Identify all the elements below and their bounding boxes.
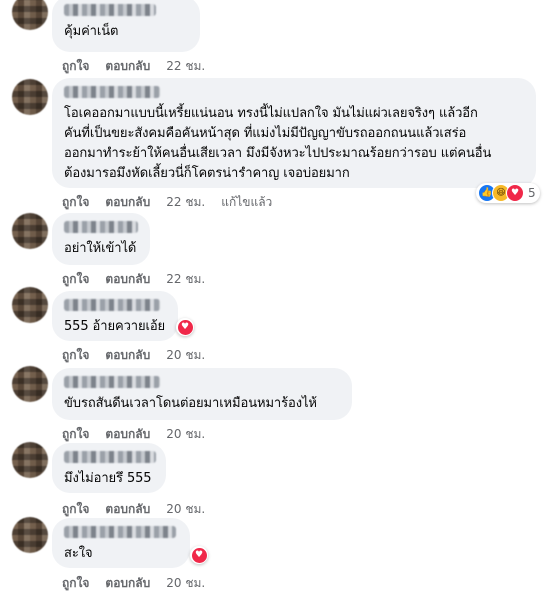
avatar[interactable] xyxy=(12,287,48,323)
reaction-count: 5 xyxy=(528,186,536,200)
comment-text: 555 อ้ายควายเอ้ย xyxy=(64,319,166,334)
comment-text: สะใจ xyxy=(64,546,93,561)
timestamp[interactable]: 20 ชม. xyxy=(166,346,205,365)
love-icon: ♥ xyxy=(177,319,193,335)
avatar[interactable] xyxy=(12,366,48,402)
comment-actions: ถูกใจ ตอบกลับ 22 ชม. xyxy=(62,270,205,289)
reply-button[interactable]: ตอบกลับ xyxy=(105,425,150,444)
like-button[interactable]: ถูกใจ xyxy=(62,193,89,212)
avatar[interactable] xyxy=(12,517,48,553)
comment-bubble: โอเคออกมาแบบนี้เหรี้ยแน่นอน ทรงนี้ไม่แปล… xyxy=(52,78,536,188)
timestamp[interactable]: 22 ชม. xyxy=(166,57,205,76)
comment-actions: ถูกใจ ตอบกลับ 20 ชม. xyxy=(62,425,205,444)
comment-actions: ถูกใจ ตอบกลับ 22 ชม. xyxy=(62,57,205,76)
commenter-name-blurred[interactable] xyxy=(64,86,160,98)
comment-actions: ถูกใจ ตอบกลับ 22 ชม. แก้ไขแล้ว xyxy=(62,193,272,212)
commenter-name-blurred[interactable] xyxy=(64,526,176,538)
comment-bubble: สะใจ xyxy=(52,518,190,568)
like-button[interactable]: ถูกใจ xyxy=(62,346,89,365)
reply-button[interactable]: ตอบกลับ xyxy=(105,346,150,365)
reply-button[interactable]: ตอบกลับ xyxy=(105,270,150,289)
reply-button[interactable]: ตอบกลับ xyxy=(105,574,150,593)
reaction-summary[interactable]: 👍 😆 ♥ 5 xyxy=(476,183,540,203)
like-button[interactable]: ถูกใจ xyxy=(62,574,89,593)
commenter-name-blurred[interactable] xyxy=(64,451,156,463)
comment-actions: ถูกใจ ตอบกลับ 20 ชม. xyxy=(62,346,205,365)
comment-bubble: ขับรถสันดีนเวลาโดนต่อยมาเหมือนหมาร้องไห้ xyxy=(52,368,352,420)
timestamp[interactable]: 20 ชม. xyxy=(166,574,205,593)
timestamp[interactable]: 20 ชม. xyxy=(166,500,205,519)
love-reaction-badge[interactable]: ♥ xyxy=(190,546,208,564)
comment-bubble: 555 อ้ายควายเอ้ย xyxy=(52,291,178,341)
comment-actions: ถูกใจ ตอบกลับ 20 ชม. xyxy=(62,500,205,519)
reply-button[interactable]: ตอบกลับ xyxy=(105,193,150,212)
timestamp[interactable]: 20 ชม. xyxy=(166,425,205,444)
avatar[interactable] xyxy=(12,213,48,249)
comment-text: คุ้มค่าเน็ต xyxy=(64,24,119,39)
comment-text: มึงไม่อายรึ 555 xyxy=(64,471,152,486)
like-button[interactable]: ถูกใจ xyxy=(62,425,89,444)
commenter-name-blurred[interactable] xyxy=(64,299,160,311)
like-button[interactable]: ถูกใจ xyxy=(62,270,89,289)
commenter-name-blurred[interactable] xyxy=(64,4,156,16)
reply-button[interactable]: ตอบกลับ xyxy=(105,500,150,519)
comment-bubble: คุ้มค่าเน็ต xyxy=(52,0,200,52)
like-button[interactable]: ถูกใจ xyxy=(62,500,89,519)
avatar[interactable] xyxy=(12,0,48,30)
comment-bubble: มึงไม่อายรึ 555 xyxy=(52,443,166,493)
love-reaction-badge[interactable]: ♥ xyxy=(176,318,194,336)
like-button[interactable]: ถูกใจ xyxy=(62,57,89,76)
comment-text: อย่าให้เข้าได้ xyxy=(64,241,137,256)
commenter-name-blurred[interactable] xyxy=(64,221,138,233)
reply-button[interactable]: ตอบกลับ xyxy=(105,57,150,76)
comment-actions: ถูกใจ ตอบกลับ 20 ชม. xyxy=(62,574,205,593)
commenter-name-blurred[interactable] xyxy=(64,376,160,388)
love-icon: ♥ xyxy=(506,184,524,202)
edited-label[interactable]: แก้ไขแล้ว xyxy=(221,193,272,212)
comment-bubble: อย่าให้เข้าได้ xyxy=(52,213,150,265)
comment-text: โอเคออกมาแบบนี้เหรี้ยแน่นอน ทรงนี้ไม่แปล… xyxy=(64,106,492,181)
love-icon: ♥ xyxy=(191,547,207,563)
timestamp[interactable]: 22 ชม. xyxy=(166,193,205,212)
avatar[interactable] xyxy=(12,442,48,478)
avatar[interactable] xyxy=(12,79,48,115)
comment-text: ขับรถสันดีนเวลาโดนต่อยมาเหมือนหมาร้องไห้ xyxy=(64,396,317,411)
timestamp[interactable]: 22 ชม. xyxy=(166,270,205,289)
